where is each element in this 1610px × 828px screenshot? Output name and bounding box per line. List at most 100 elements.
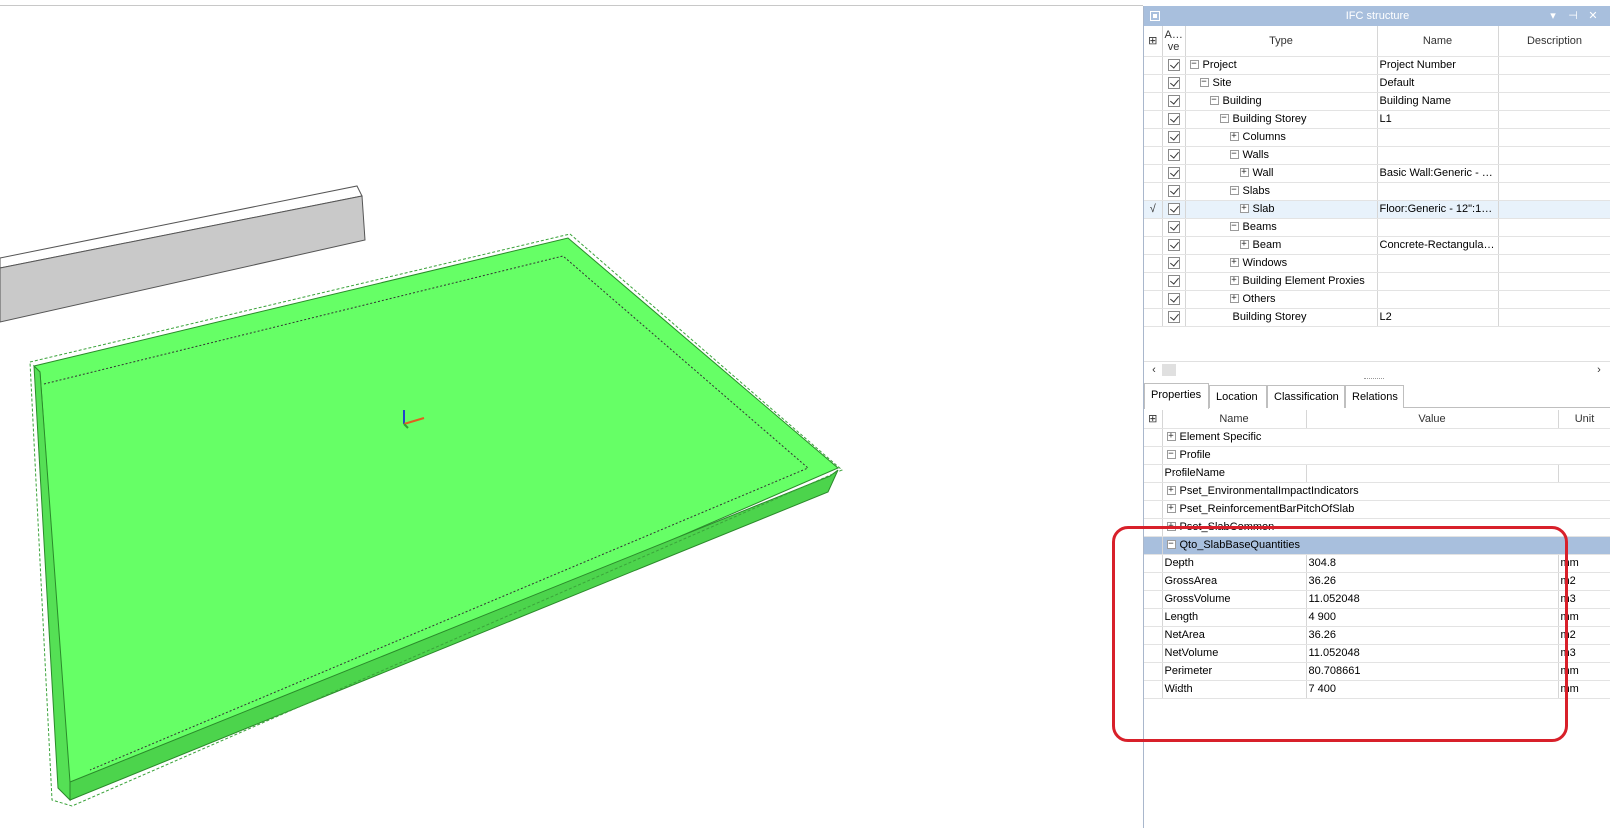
expand-toggle-icon[interactable]: − [1229, 150, 1239, 160]
column-name[interactable]: Name [1377, 26, 1499, 57]
tree-name: Project Number [1377, 56, 1499, 75]
tree-description [1498, 164, 1610, 183]
property-value[interactable] [1306, 464, 1559, 483]
tree-row[interactable]: + Building Element Proxies [1144, 272, 1610, 291]
column-type[interactable]: Type [1185, 26, 1378, 57]
tree-row[interactable]: + Others [1144, 290, 1610, 309]
slab-element[interactable] [29, 233, 843, 807]
property-row[interactable]: ProfileName [1144, 464, 1610, 483]
active-checkbox[interactable] [1167, 310, 1180, 323]
active-checkbox[interactable] [1167, 274, 1180, 287]
panel-menu-icon[interactable] [1150, 11, 1160, 21]
prop-column-name[interactable]: Name [1162, 410, 1307, 429]
3d-viewport[interactable] [0, 6, 1143, 828]
tree-row[interactable]: − Project Project Number [1144, 56, 1610, 75]
active-checkbox[interactable] [1167, 58, 1180, 71]
prop-column-unit[interactable]: Unit [1558, 410, 1610, 429]
tree-description [1498, 110, 1610, 129]
active-checkbox[interactable] [1167, 76, 1180, 89]
tree-name [1377, 290, 1499, 309]
active-checkbox[interactable] [1167, 94, 1180, 107]
tree-name [1377, 128, 1499, 147]
pin-icon[interactable]: ⊣ [1566, 6, 1580, 26]
group-toggle-icon[interactable]: + [1166, 504, 1176, 514]
expand-toggle-icon[interactable]: − [1219, 114, 1229, 124]
expand-toggle-icon[interactable]: + [1229, 294, 1239, 304]
active-checkbox[interactable] [1167, 256, 1180, 269]
property-unit [1558, 464, 1610, 483]
model-canvas[interactable] [0, 6, 1143, 828]
expand-toggle-icon[interactable]: + [1239, 204, 1249, 214]
tree-row[interactable]: + Beam Concrete-Rectangular... [1144, 236, 1610, 255]
expand-toggle-icon[interactable]: − [1209, 96, 1219, 106]
group-toggle-icon[interactable]: + [1166, 486, 1176, 496]
group-label: Element Specific [1179, 430, 1262, 443]
panel-splitter[interactable] [1364, 378, 1384, 382]
tab-classification[interactable]: Classification [1267, 385, 1345, 408]
tree-description [1498, 182, 1610, 201]
expand-toggle-icon[interactable]: − [1199, 78, 1209, 88]
tab-relations[interactable]: Relations [1345, 385, 1404, 408]
tree-row[interactable]: + Windows [1144, 254, 1610, 273]
expand-toggle-icon[interactable]: + [1239, 168, 1249, 178]
panel-titlebar: IFC structure ▾ ⊣ ✕ [1144, 6, 1610, 26]
expand-toggle-icon[interactable]: + [1229, 276, 1239, 286]
property-group[interactable]: + Pset_ReinforcementBarPitchOfSlab [1144, 500, 1610, 519]
column-description[interactable]: Description [1498, 26, 1610, 57]
active-checkbox[interactable] [1167, 130, 1180, 143]
tree-row[interactable]: − Walls [1144, 146, 1610, 165]
scroll-right-icon[interactable]: › [1591, 362, 1607, 378]
dropdown-icon[interactable]: ▾ [1546, 6, 1560, 26]
active-checkbox[interactable] [1167, 148, 1180, 161]
expand-toggle-icon[interactable]: − [1229, 186, 1239, 196]
tree-name: L2 [1377, 308, 1499, 327]
tree-type: Others [1242, 292, 1276, 305]
group-toggle-icon[interactable]: + [1166, 432, 1176, 442]
tree-row[interactable]: + Wall Basic Wall:Generic - 2... [1144, 164, 1610, 183]
property-group[interactable]: + Element Specific [1144, 428, 1610, 447]
active-checkbox[interactable] [1167, 166, 1180, 179]
tree-name [1377, 272, 1499, 291]
prop-column-value[interactable]: Value [1306, 410, 1559, 429]
active-checkbox[interactable] [1167, 238, 1180, 251]
horizontal-scrollbar[interactable]: ‹ › [1144, 361, 1610, 378]
tree-type: Windows [1242, 256, 1288, 269]
expand-toggle-icon[interactable]: − [1189, 60, 1199, 70]
scroll-left-icon[interactable]: ‹ [1146, 362, 1162, 378]
tree-name [1377, 182, 1499, 201]
active-checkbox[interactable] [1167, 112, 1180, 125]
tree-type: Building Element Proxies [1242, 274, 1365, 287]
active-checkbox[interactable] [1167, 220, 1180, 233]
app-window: IFC structure ▾ ⊣ ✕ ⊞ Acti ve Type Name … [0, 0, 1610, 828]
tab-location[interactable]: Location [1209, 385, 1267, 408]
column-active[interactable]: Acti ve [1162, 26, 1186, 57]
tree-row[interactable]: Building Storey L2 [1144, 308, 1610, 327]
tree-row[interactable]: − Site Default [1144, 74, 1610, 93]
expand-toggle-icon[interactable]: + [1229, 258, 1239, 268]
group-toggle-icon[interactable]: − [1166, 450, 1176, 460]
expand-toggle-icon[interactable]: − [1229, 222, 1239, 232]
tree-row[interactable]: − Building Storey L1 [1144, 110, 1610, 129]
active-checkbox[interactable] [1167, 202, 1180, 215]
tree-row[interactable]: − Beams [1144, 218, 1610, 237]
tree-row[interactable]: − Slabs [1144, 182, 1610, 201]
tree-description [1498, 272, 1610, 291]
active-checkbox[interactable] [1167, 292, 1180, 305]
tree-description [1498, 308, 1610, 327]
tree-row[interactable]: − Building Building Name [1144, 92, 1610, 111]
close-icon[interactable]: ✕ [1586, 6, 1600, 26]
prop-column-chooser-icon[interactable]: ⊞ [1144, 410, 1163, 429]
scroll-thumb[interactable] [1162, 364, 1176, 376]
expand-toggle-icon[interactable]: + [1239, 240, 1249, 250]
expand-toggle-icon[interactable]: + [1229, 132, 1239, 142]
active-checkbox[interactable] [1167, 184, 1180, 197]
tree-name: L1 [1377, 110, 1499, 129]
tree-name: Basic Wall:Generic - 2... [1377, 164, 1499, 183]
property-group[interactable]: + Pset_EnvironmentalImpactIndicators [1144, 482, 1610, 501]
tree-row[interactable]: + Columns [1144, 128, 1610, 147]
tree-type: Columns [1242, 130, 1286, 143]
tab-properties[interactable]: Properties [1144, 383, 1209, 409]
property-group[interactable]: − Profile [1144, 446, 1610, 465]
column-chooser-icon[interactable]: ⊞ [1144, 26, 1163, 57]
tree-row[interactable]: √ + Slab Floor:Generic - 12":15... [1144, 200, 1610, 219]
